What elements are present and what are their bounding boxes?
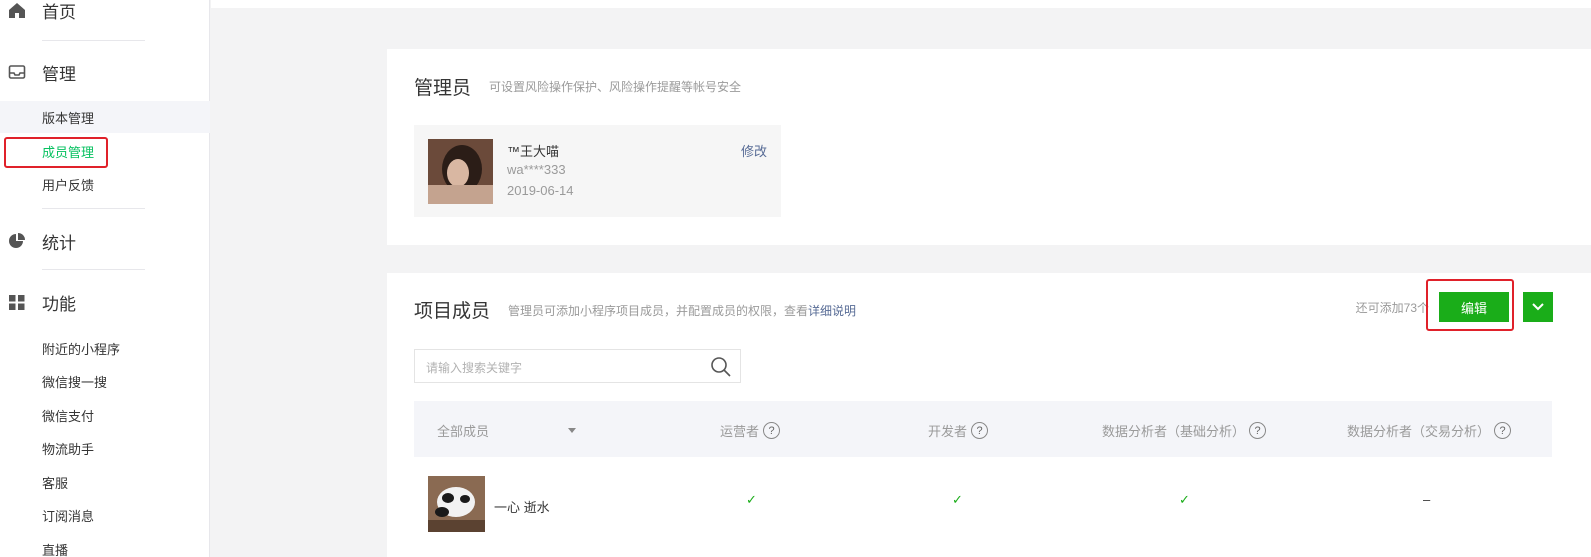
members-desc-text: 管理员可添加小程序项目成员，并配置成员的权限，查看: [508, 304, 809, 318]
column-header-developer: 开发者?: [928, 421, 989, 440]
sidebar-item-nearby[interactable]: 附近的小程序: [0, 332, 210, 364]
help-icon[interactable]: ?: [1249, 422, 1267, 439]
nav-stats[interactable]: 统计: [0, 226, 210, 256]
home-icon: [8, 1, 26, 19]
search-icon[interactable]: [710, 356, 732, 383]
help-icon[interactable]: ?: [763, 422, 781, 439]
caret-down-icon[interactable]: [568, 428, 576, 433]
divider: [42, 40, 145, 41]
highlight-box: [1426, 279, 1514, 331]
member-name: 一心 逝水: [494, 500, 550, 515]
details-link[interactable]: 详细说明: [808, 304, 856, 318]
admin-desc: 可设置风险操作保护、风险操作提醒等帐号安全: [489, 80, 742, 94]
quota-text: 还可添加73个: [1355, 301, 1429, 315]
nav-stats-label: 统计: [42, 233, 76, 253]
help-icon[interactable]: ?: [1494, 422, 1512, 439]
nav-home-label: 首页: [42, 2, 76, 22]
modify-link[interactable]: 修改: [741, 141, 767, 160]
sidebar: 首页 管理 版本管理 成员管理 用户反馈 统计 功能 附近的小程序 微信搜一搜 …: [0, 0, 210, 557]
members-desc: 管理员可添加小程序项目成员，并配置成员的权限，查看详细说明: [508, 302, 856, 319]
divider: [42, 269, 145, 270]
nav-manage-label: 管理: [42, 64, 76, 84]
nav-features[interactable]: 功能: [0, 287, 210, 317]
check-icon: ✓: [952, 492, 963, 507]
highlight-box: [4, 137, 108, 168]
column-header-basic-analyst: 数据分析者（基础分析）?: [1102, 421, 1267, 440]
admin-title: 管理员: [414, 78, 472, 99]
sidebar-item-live[interactable]: 直播: [0, 533, 210, 557]
top-strip: [211, 0, 1591, 8]
sidebar-item-service[interactable]: 客服: [0, 466, 210, 498]
column-header-trade-analyst: 数据分析者（交易分析）?: [1347, 421, 1512, 440]
divider: [42, 208, 145, 209]
filter-all-members[interactable]: 全部成员: [437, 421, 489, 440]
nav-manage[interactable]: 管理: [0, 57, 210, 87]
search-box[interactable]: 请输入搜索关键字: [414, 349, 741, 383]
sidebar-item-logistics[interactable]: 物流助手: [0, 432, 210, 464]
inbox-icon: [8, 63, 26, 81]
admin-account: wa****333: [507, 162, 566, 177]
sidebar-item-feedback[interactable]: 用户反馈: [0, 168, 210, 200]
more-dropdown-button[interactable]: [1523, 292, 1553, 322]
column-header-label: 开发者: [928, 424, 968, 439]
chevron-down-icon: [1532, 303, 1544, 311]
admin-avatar: [428, 139, 493, 204]
member-avatar: [428, 476, 485, 532]
search-input[interactable]: 请输入搜索关键字: [426, 359, 522, 376]
check-icon: ✓: [1179, 492, 1190, 507]
column-header-label: 运营者: [720, 424, 760, 439]
members-title: 项目成员: [414, 301, 491, 322]
grid-icon: [8, 293, 26, 311]
sidebar-item-version[interactable]: 版本管理: [0, 101, 210, 133]
column-header-label: 数据分析者（交易分析）: [1347, 424, 1491, 439]
nav-home[interactable]: 首页: [0, 0, 210, 25]
pie-chart-icon: [8, 232, 26, 250]
sidebar-item-subscribe[interactable]: 订阅消息: [0, 499, 210, 531]
column-header-operator: 运营者?: [720, 421, 781, 440]
check-icon: ✓: [746, 492, 757, 507]
column-header-label: 全部成员: [437, 424, 490, 439]
sidebar-item-search[interactable]: 微信搜一搜: [0, 365, 210, 397]
admin-name: ™王大喵: [507, 144, 560, 159]
help-icon[interactable]: ?: [971, 422, 989, 439]
dash-indicator: –: [1423, 492, 1431, 507]
admin-date: 2019-06-14: [507, 183, 574, 198]
nav-features-label: 功能: [42, 294, 76, 314]
sidebar-item-pay[interactable]: 微信支付: [0, 399, 210, 431]
column-header-label: 数据分析者（基础分析）: [1102, 424, 1246, 439]
